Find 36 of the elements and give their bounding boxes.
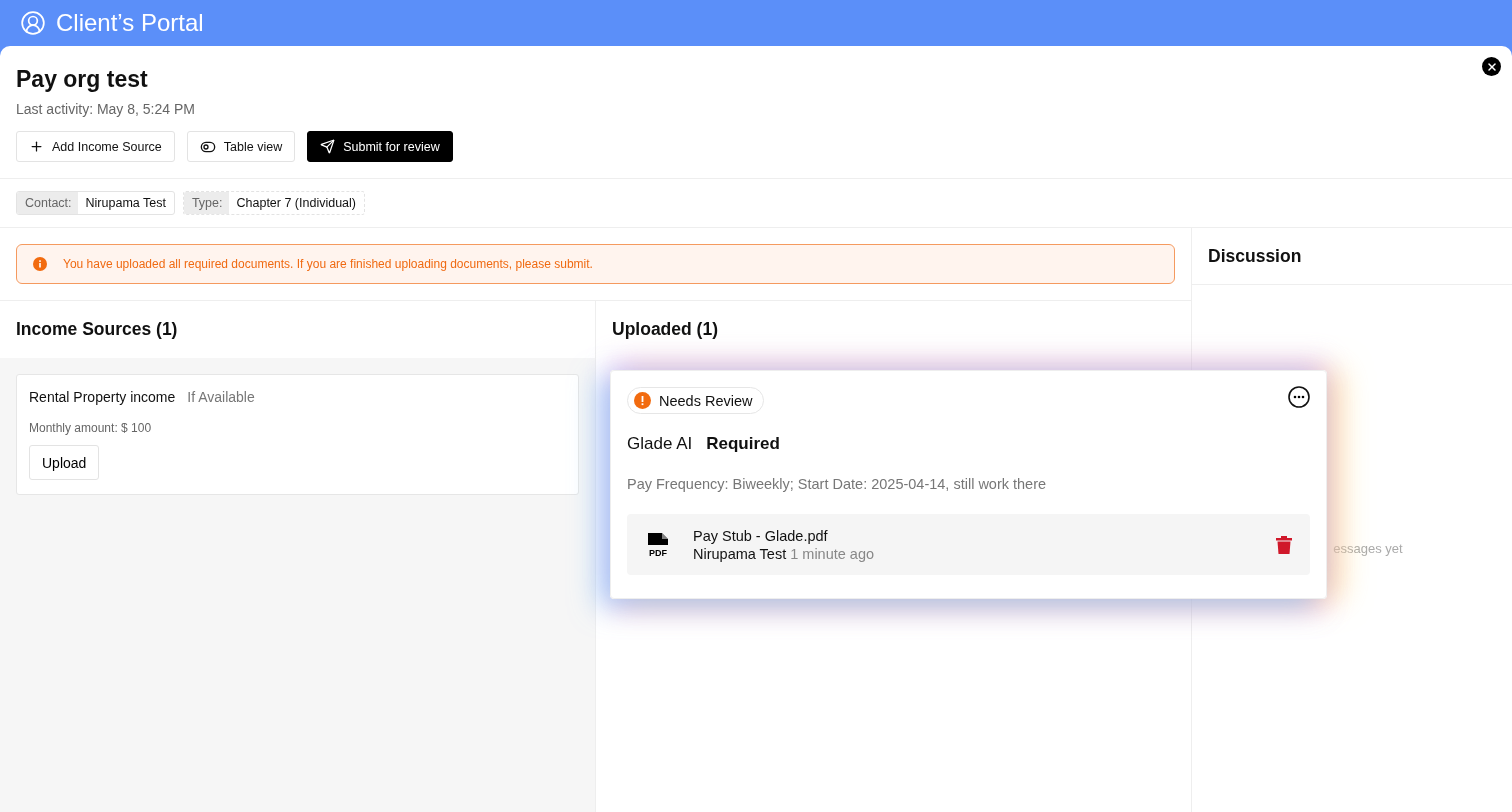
action-button[interactable]: Table view bbox=[186, 131, 296, 162]
column-title: Income Sources (1) bbox=[16, 319, 178, 340]
chip-label: Type: bbox=[183, 192, 229, 214]
column-title: Uploaded (1) bbox=[612, 319, 718, 340]
page-title: Pay org test bbox=[16, 66, 149, 93]
requirement-label: Required bbox=[706, 434, 780, 454]
upload-note: Pay Frequency: Biweekly; Start Date: 2025-04-14, still work there bbox=[627, 476, 1048, 492]
trash-icon bbox=[1276, 535, 1292, 554]
alert-icon bbox=[634, 392, 651, 409]
source-label: Glade AI bbox=[627, 434, 693, 454]
close-icon bbox=[1485, 60, 1498, 73]
source-name: Rental Property income bbox=[29, 389, 176, 405]
app-title: Client’s Portal bbox=[56, 9, 204, 37]
delete-button[interactable] bbox=[1276, 535, 1292, 554]
file-name: Pay Stub - Glade.pdf bbox=[693, 527, 829, 544]
more-icon bbox=[1288, 386, 1310, 408]
send-icon bbox=[320, 139, 336, 154]
empty-message: essages yet bbox=[1333, 541, 1403, 558]
upload-time: 1 minute ago bbox=[790, 545, 875, 562]
more-button[interactable] bbox=[1288, 386, 1310, 408]
uploader-name: Nirupama Test bbox=[693, 545, 787, 562]
last-activity: Last activity: May 8, 5:24 PM bbox=[16, 101, 196, 117]
chip-value: Nirupama Test bbox=[84, 195, 167, 212]
upload-button[interactable]: Upload bbox=[29, 445, 100, 480]
chip-value: Chapter 7 (Individual) bbox=[235, 195, 357, 212]
action-button[interactable]: Add Income Source bbox=[16, 131, 175, 162]
user-icon bbox=[20, 10, 46, 36]
source-tag: If Available bbox=[187, 389, 255, 405]
info-icon bbox=[33, 257, 47, 271]
discussion-title: Discussion bbox=[1208, 245, 1302, 267]
monthly-amount: Monthly amount: $ 100 bbox=[29, 421, 152, 435]
plus-icon bbox=[29, 139, 44, 154]
action-button[interactable]: Submit for review bbox=[307, 131, 453, 162]
alert-text: You have uploaded all required documents. If you are finished uploading documents, please submit. bbox=[63, 257, 593, 271]
close-button[interactable] bbox=[1482, 57, 1501, 76]
chip-label: Contact: bbox=[17, 192, 78, 214]
